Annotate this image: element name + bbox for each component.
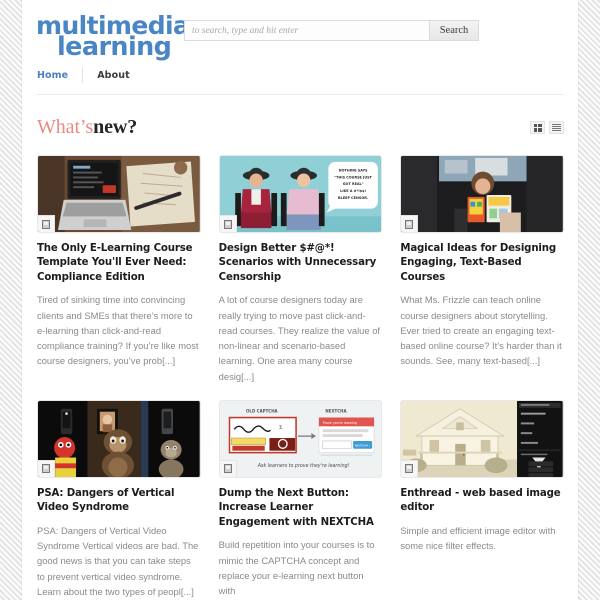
site-header: multimedia learning Search [36,0,564,62]
post-title[interactable]: Design Better $#@*! Scenarios with Unnec… [219,242,383,285]
child-reading-books-image [401,156,563,232]
logo-line-2: learning [57,31,172,62]
list-view-button[interactable] [549,121,564,134]
post-excerpt: Simple and efficient image editor with s… [400,524,556,552]
captcha-diagram-image: OLD CAPTCHA NEXTCHA Σ Prove you're learn… [219,400,382,477]
post-title[interactable]: PSA: Dangers of Vertical Video Syndrome [37,487,201,516]
post-excerpt: A lot of course designers today are real… [218,294,381,382]
post-card[interactable]: PSA: Dangers of Vertical Video Syndrome … [37,399,201,599]
post-title[interactable]: The Only E-Learning Course Template You'… [37,242,201,285]
site-logo[interactable]: multimedia learning [36,13,190,62]
nav-item-home[interactable]: Home [37,70,82,81]
post-excerpt: What Ms. Frizzle can teach online course… [400,294,562,367]
post-excerpt: PSA: Dangers of Vertical Video Syndrome … [37,524,199,597]
primary-nav: Home About [36,58,564,92]
diagram-left-label: OLD CAPTCHA [246,409,278,414]
svg-text:"THIS COURSE JUST: "THIS COURSE JUST [334,175,372,179]
post-card[interactable]: OLD CAPTCHA NEXTCHA Σ Prove you're learn… [218,399,383,599]
page-container: multimedia learning Search Home About Wh… [22,0,578,600]
svg-text:BLEEP CENSOR.: BLEEP CENSOR. [338,196,368,200]
post-title[interactable]: Magical Ideas for Designing Engaging, Te… [400,242,564,285]
post-format-icon [219,215,237,232]
post-thumbnail[interactable] [37,155,201,233]
post-thumbnail[interactable] [400,155,564,233]
puppets-stage-image [38,400,200,477]
post-format-icon [38,459,55,477]
post-card[interactable]: NOTHING SAYS "THIS COURSE JUST GOT REAL"… [218,155,383,384]
post-grid: The Only E-Learning Course Template You'… [36,155,564,599]
post-card[interactable]: The Only E-Learning Course Template You'… [37,155,201,384]
page-title-strong: new? [93,116,138,138]
svg-text:NEXTCHA ›: NEXTCHA › [355,443,370,447]
post-thumbnail[interactable]: OLD CAPTCHA NEXTCHA Σ Prove you're learn… [218,399,383,478]
svg-text:NOTHING SAYS: NOTHING SAYS [338,169,367,173]
search-button[interactable]: Search [429,20,479,41]
post-title[interactable]: Enthread - web based image editor [400,487,564,516]
search-input[interactable] [184,20,429,41]
post-thumbnail[interactable] [400,399,564,478]
page-title-accent: What’s [37,116,94,138]
post-format-icon [401,459,419,477]
nav-divider [82,67,84,83]
svg-text:Σ: Σ [279,425,283,431]
list-icon [552,123,561,132]
view-toggle-group [530,121,564,134]
post-card[interactable]: Magical Ideas for Designing Engaging, Te… [400,155,564,384]
grid-view-button[interactable] [530,121,545,134]
nav-item-about[interactable]: About [97,70,143,81]
post-format-icon [219,459,237,477]
svg-text:Prove you're learning: Prove you're learning [322,421,356,425]
post-excerpt: Build repetition into your courses is to… [218,539,375,597]
diagram-right-label: NEXTCHA [325,409,347,414]
page-inner: multimedia learning Search Home About [22,0,578,92]
post-format-icon [38,215,55,232]
house-image-editor-image [401,400,563,477]
two-women-speech-bubble-image: NOTHING SAYS "THIS COURSE JUST GOT REAL"… [219,156,382,232]
svg-text:LIKE A #*!$$!: LIKE A #*!$$! [340,189,366,193]
post-card[interactable]: Enthread - web based image editor Simple… [400,399,564,599]
page-title: What’snew? [37,116,137,139]
search-form: Search [184,20,479,41]
diagram-caption: Ask learners to prove they're learning! [256,463,349,469]
grid-icon [533,123,542,132]
section-header: What’snew? [36,95,564,155]
post-excerpt: Tired of sinking time into convincing cl… [37,294,199,367]
svg-text:GOT REAL": GOT REAL" [342,182,363,186]
post-thumbnail[interactable] [37,399,201,478]
post-format-icon [401,215,419,232]
laptop-desk-image [38,156,200,232]
post-title[interactable]: Dump the Next Button: Increase Learner E… [219,487,383,530]
post-thumbnail[interactable]: NOTHING SAYS "THIS COURSE JUST GOT REAL"… [218,155,383,233]
content-inner: What’snew? The Only E-Learning Course Te… [22,95,578,599]
